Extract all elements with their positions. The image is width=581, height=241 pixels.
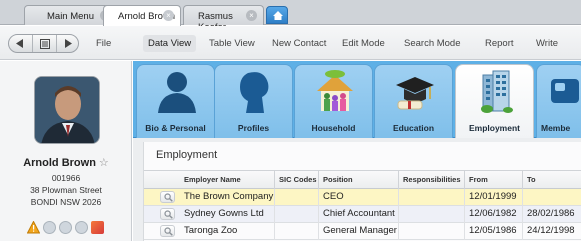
column-responsibilities[interactable]: Responsibilities <box>403 175 461 184</box>
employment-section: Employment Employer Name SIC Codes Posit… <box>143 142 581 241</box>
column-sic-codes[interactable]: SIC Codes <box>279 175 317 184</box>
toolbar: File Data View Table View New Contact Ed… <box>0 26 581 60</box>
cell-to: 28/02/1986 <box>527 208 575 219</box>
cell-position: Chief Accountant <box>323 208 395 219</box>
triangle-left-icon <box>16 39 23 48</box>
education-icon <box>396 77 434 110</box>
cell-to: 24/12/1998 <box>527 225 575 236</box>
search-mode-button[interactable]: Search Mode <box>404 38 461 49</box>
profiles-icon <box>240 72 269 113</box>
tab-label: Main Menu <box>47 11 94 22</box>
contact-name-text: Arnold Brown <box>23 157 96 169</box>
category-label: Bio & Personal <box>145 123 206 133</box>
tab-arnold-brown[interactable]: Arnold Brown × <box>103 5 181 26</box>
category-bar: Bio & Personal Profiles Household Educat… <box>133 61 581 138</box>
cell-employer: Taronga Zoo <box>184 225 238 236</box>
household-icon <box>317 70 353 111</box>
cell-position: General Manager <box>323 225 397 236</box>
chat-icon[interactable] <box>75 221 88 234</box>
contact-name: Arnold Brown ☆ <box>0 156 132 169</box>
column-position[interactable]: Position <box>323 175 353 184</box>
magnifier-icon <box>164 193 173 202</box>
close-icon[interactable]: × <box>163 10 174 21</box>
triangle-right-icon <box>65 39 72 48</box>
profile-panel: Arnold Brown ☆ 001966 38 Plowman Street B… <box>0 61 132 241</box>
cell-from: 12/05/1986 <box>469 225 517 236</box>
table-header: Employer Name SIC Codes Position Respons… <box>144 170 581 190</box>
magnifier-button[interactable] <box>160 225 175 237</box>
nav-group <box>8 34 79 53</box>
tab-rasmus-keefer[interactable]: Rasmus Keefer × <box>183 5 264 33</box>
edit-mode-button[interactable]: Edit Mode <box>342 38 385 49</box>
contact-street: 38 Plowman Street <box>30 185 102 195</box>
bio-icon <box>158 72 196 113</box>
category-profiles[interactable]: Profiles <box>214 64 293 138</box>
cell-from: 12/01/1999 <box>469 191 517 202</box>
back-button[interactable] <box>9 35 32 52</box>
category-label: Education <box>392 123 435 133</box>
magnifier-icon <box>164 210 173 219</box>
new-tab-button[interactable] <box>266 6 288 24</box>
app-window: Main Menu × Arnold Brown × Rasmus Keefer… <box>0 0 581 241</box>
category-education[interactable]: Education <box>374 64 453 138</box>
cell-employer: The Brown Company <box>184 191 274 202</box>
person-photo-icon <box>35 77 99 143</box>
cell-position: CEO <box>323 191 344 202</box>
table-row[interactable]: The Brown Company CEO 12/01/1999 <box>144 189 581 206</box>
close-icon[interactable]: × <box>246 10 257 21</box>
column-to[interactable]: To <box>527 175 536 184</box>
report-button[interactable]: Report <box>485 38 514 49</box>
home-icon <box>273 11 283 20</box>
flag-icon[interactable] <box>91 221 104 234</box>
category-label: Membe <box>541 123 571 133</box>
column-employer-name[interactable]: Employer Name <box>184 175 241 184</box>
contact-id: 001966 <box>51 173 81 183</box>
cell-employer: Sydney Gowns Ltd <box>184 208 264 219</box>
profile-photo[interactable] <box>34 76 100 144</box>
employment-icon <box>481 70 513 113</box>
membership-icon <box>551 79 579 103</box>
column-from[interactable]: From <box>469 175 488 184</box>
table-view-button[interactable]: Table View <box>209 38 255 49</box>
main-area: Bio & Personal Profiles Household Educat… <box>133 61 581 241</box>
link-icon[interactable] <box>59 221 72 234</box>
category-bio-personal[interactable]: Bio & Personal <box>136 64 215 138</box>
data-view-button[interactable]: Data View <box>143 35 197 52</box>
magnifier-button[interactable] <box>160 191 175 203</box>
file-menu[interactable]: File <box>96 38 111 49</box>
table-row[interactable]: Sydney Gowns Ltd Chief Accountant 12/06/… <box>144 206 581 223</box>
category-label: Employment <box>468 123 520 133</box>
category-employment[interactable]: Employment <box>455 64 534 138</box>
category-household[interactable]: Household <box>294 64 373 138</box>
magnifier-icon <box>164 227 173 236</box>
list-button[interactable] <box>32 35 55 52</box>
info-icon[interactable] <box>43 221 56 234</box>
category-label: Profiles <box>237 123 270 133</box>
star-icon[interactable]: ☆ <box>99 157 109 169</box>
category-label: Household <box>311 123 356 133</box>
forward-button[interactable] <box>56 35 78 52</box>
list-icon <box>40 39 50 49</box>
cell-from: 12/06/1982 <box>469 208 517 219</box>
warning-icon[interactable] <box>27 221 40 234</box>
category-membership[interactable]: Membe <box>536 64 581 138</box>
write-button[interactable]: Write <box>536 38 558 49</box>
section-title: Employment <box>156 149 218 161</box>
table-row[interactable]: Taronga Zoo General Manager 12/05/1986 2… <box>144 223 581 240</box>
magnifier-button[interactable] <box>160 208 175 220</box>
contact-city: BONDI NSW 2026 <box>30 197 102 207</box>
tab-bar: Main Menu × Arnold Brown × Rasmus Keefer… <box>0 0 581 33</box>
new-contact-button[interactable]: New Contact <box>272 38 326 49</box>
